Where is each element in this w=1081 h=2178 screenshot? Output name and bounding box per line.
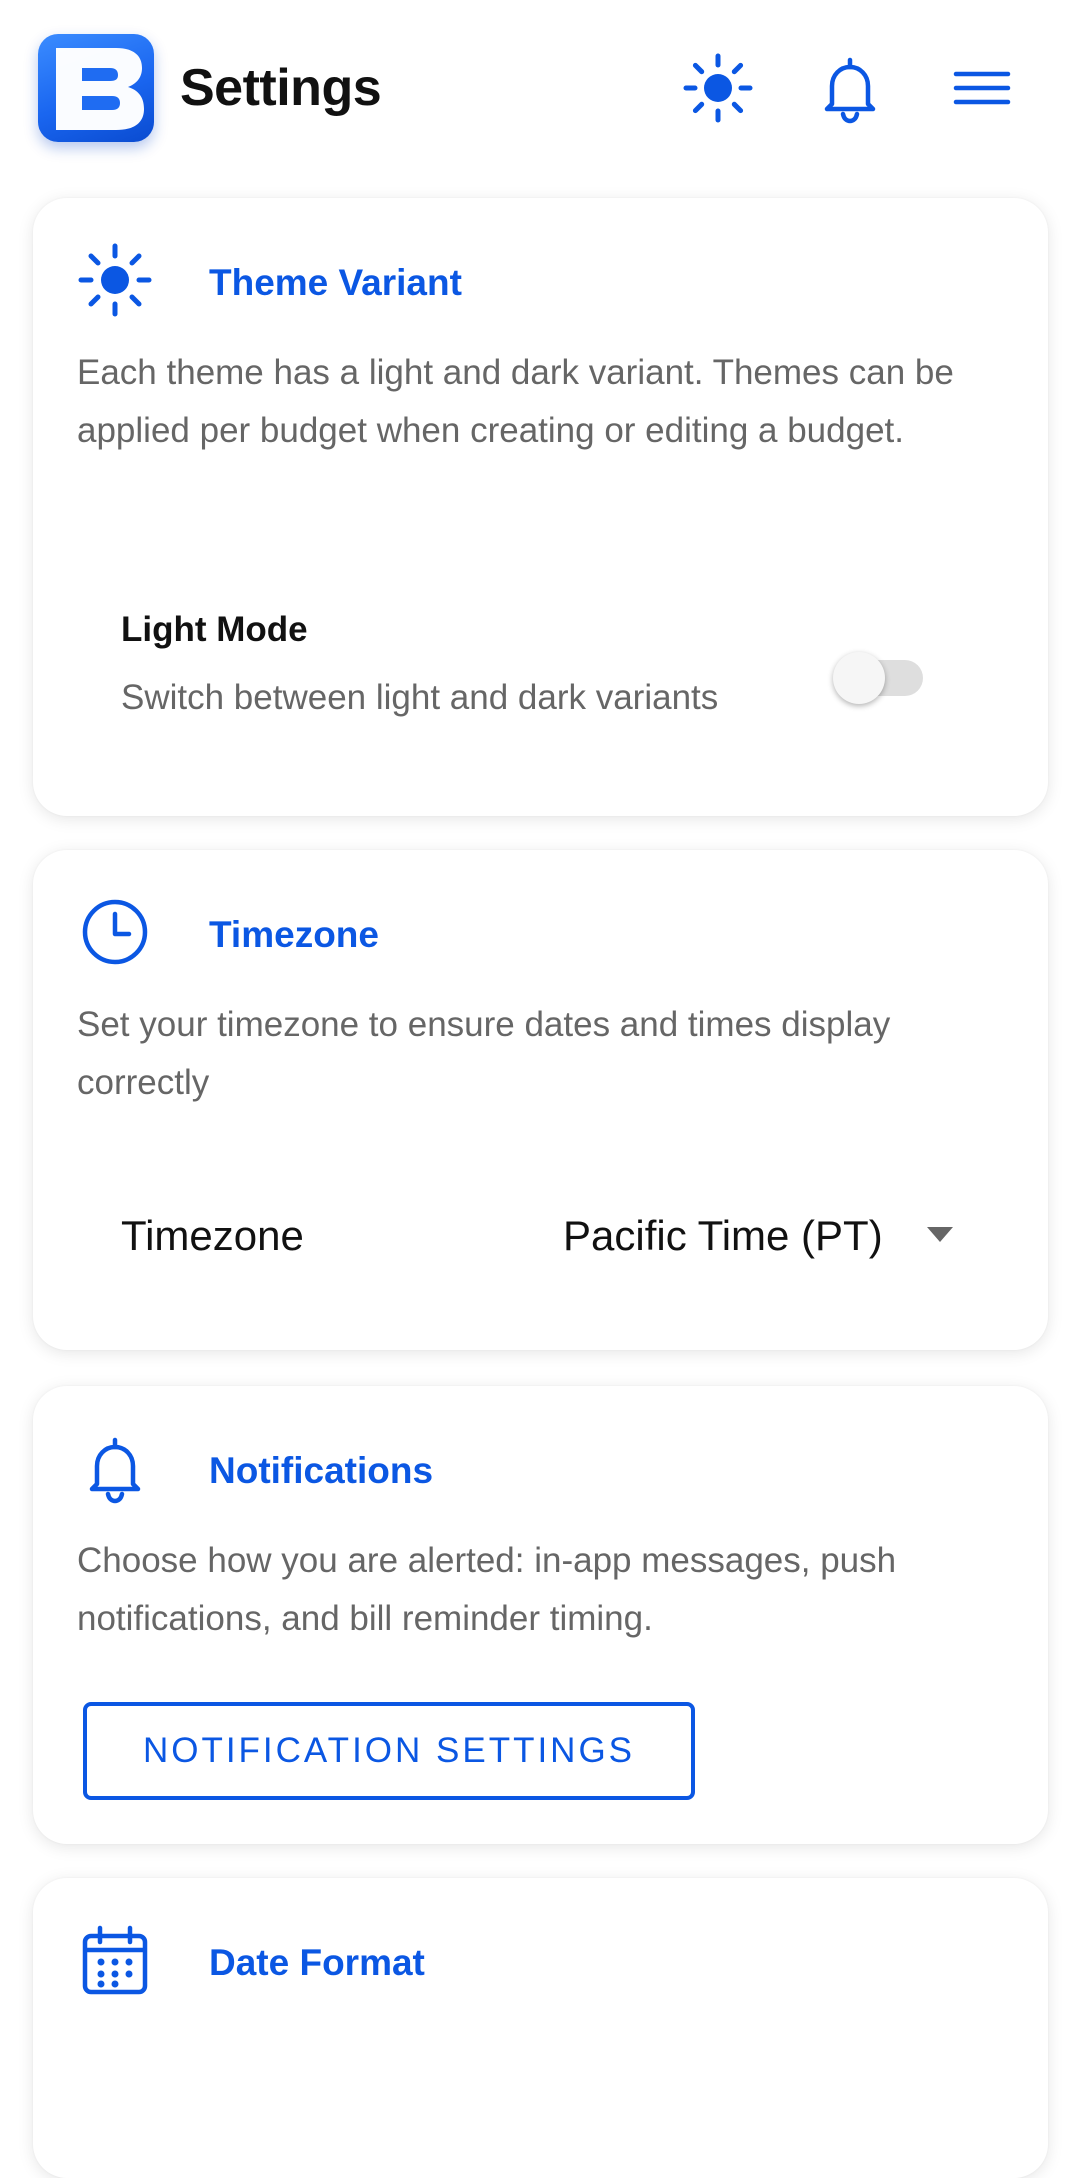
theme-variant-card: Theme Variant Each theme has a light and…	[33, 198, 1048, 816]
app-logo	[38, 34, 154, 142]
card-title: Date Format	[209, 1942, 425, 1983]
bell-icon	[77, 1430, 153, 1506]
timezone-select[interactable]: Pacific Time (PT)	[563, 1200, 983, 1272]
page-title: Settings	[180, 59, 382, 117]
card-header: Timezone	[77, 894, 997, 974]
card-title: Notifications	[209, 1450, 434, 1491]
card-description: Set your timezone to ensure dates and ti…	[77, 1005, 891, 1102]
card-title: Theme Variant	[209, 262, 462, 303]
light-mode-sublabel: Switch between light and dark variants	[121, 678, 719, 717]
app-bar: Settings	[0, 0, 1081, 180]
sun-icon[interactable]	[680, 50, 756, 126]
hamburger-menu-icon[interactable]	[944, 50, 1020, 126]
bell-icon[interactable]	[812, 50, 888, 126]
light-mode-toggle[interactable]	[833, 644, 929, 704]
toggle-thumb	[833, 652, 885, 704]
caret-down-icon[interactable]	[926, 1226, 954, 1244]
calendar-icon	[77, 1922, 153, 1998]
card-header: Date Format	[77, 1922, 997, 2002]
timezone-field-label: Timezone	[121, 1212, 304, 1259]
clock-icon	[77, 894, 153, 970]
sun-icon	[77, 242, 153, 318]
notifications-card: Notifications Choose how you are alerted…	[33, 1386, 1048, 1844]
card-header: Notifications	[77, 1430, 997, 1510]
timezone-card: Timezone Set your timezone to ensure dat…	[33, 850, 1048, 1350]
card-title: Timezone	[209, 914, 379, 955]
light-mode-label: Light Mode	[121, 610, 308, 649]
timezone-selected-value: Pacific Time (PT)	[563, 1212, 883, 1259]
notification-settings-button[interactable]: NOTIFICATION SETTINGS	[83, 1702, 695, 1800]
card-description: Each theme has a light and dark variant.…	[77, 353, 954, 450]
card-description: Choose how you are alerted: in-app messa…	[77, 1541, 897, 1638]
card-header: Theme Variant	[77, 242, 997, 322]
date-format-card: Date Format	[33, 1878, 1048, 2178]
